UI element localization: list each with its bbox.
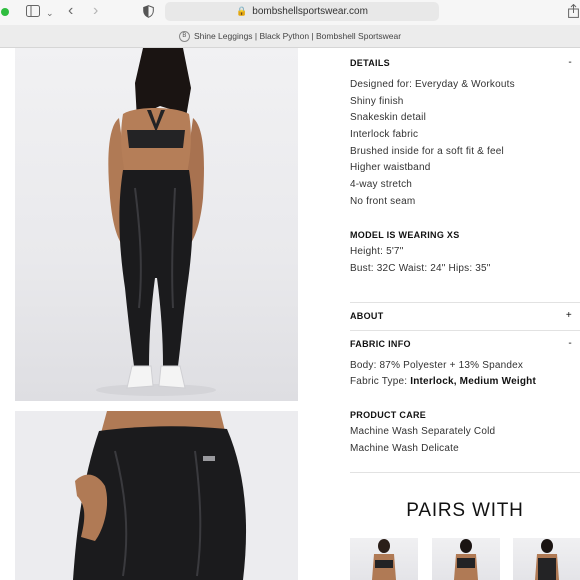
details-item: Higher waistband <box>350 162 431 173</box>
fabric-heading: FABRIC INFO <box>350 339 411 349</box>
model-height: Height: 5'7" <box>350 246 404 257</box>
site-favicon-icon: B <box>178 30 190 42</box>
collapse-icon[interactable]: - <box>568 338 572 349</box>
details-item: Shiny finish <box>350 96 404 107</box>
pairs-with-product-thumbnail[interactable] <box>350 538 418 580</box>
product-image-closeup[interactable] <box>15 411 298 580</box>
browser-toolbar: ⌄ ‹ › 🔒 bombshellsportswear.com <box>0 0 580 25</box>
forward-icon[interactable]: › <box>93 3 98 19</box>
care-item: Machine Wash Separately Cold <box>350 426 496 437</box>
details-item: Snakeskin detail <box>350 112 427 123</box>
fabric-type-value: Interlock, Medium Weight <box>410 376 536 387</box>
back-icon[interactable]: ‹ <box>68 3 73 19</box>
collapse-icon[interactable]: - <box>568 57 572 68</box>
address-bar[interactable]: 🔒 bombshellsportswear.com <box>165 2 439 21</box>
details-item: Brushed inside for a soft fit & feel <box>350 146 504 157</box>
fabric-header[interactable]: FABRIC INFO - <box>350 338 572 349</box>
details-item: No front seam <box>350 196 416 207</box>
care-item: Machine Wash Delicate <box>350 443 459 454</box>
tab-title-text: Shine Leggings | Black Python | Bombshel… <box>193 31 402 41</box>
lock-icon: 🔒 <box>236 6 248 16</box>
share-icon[interactable] <box>568 3 579 20</box>
model-header: MODEL IS WEARING XS <box>350 230 460 240</box>
details-item: Designed for: Everyday & Workouts <box>350 79 515 90</box>
chevron-down-icon[interactable]: ⌄ <box>46 6 54 20</box>
about-heading: ABOUT <box>350 311 384 321</box>
tab-active[interactable]: B Shine Leggings | Black Python | Bombsh… <box>0 25 580 47</box>
privacy-shield-icon[interactable] <box>143 5 154 20</box>
about-header[interactable]: ABOUT + <box>350 310 572 321</box>
pairs-with-heading: PAIRS WITH <box>406 500 524 521</box>
tab-bar: B Shine Leggings | Black Python | Bombsh… <box>0 25 580 48</box>
url-text: bombshellsportswear.com <box>252 6 368 17</box>
pairs-with-product-thumbnail[interactable] <box>432 538 500 580</box>
sidebar-icon[interactable] <box>26 5 40 19</box>
details-item: Interlock fabric <box>350 129 419 140</box>
fabric-type: Fabric Type: Interlock, Medium Weight <box>350 376 536 387</box>
expand-icon[interactable]: + <box>566 310 572 321</box>
details-heading: DETAILS <box>350 58 390 68</box>
divider <box>350 472 580 473</box>
details-item: 4-way stretch <box>350 179 413 190</box>
fabric-type-label: Fabric Type: <box>350 376 408 387</box>
product-image-back[interactable] <box>15 48 298 401</box>
window-zoom-button[interactable] <box>1 8 9 16</box>
model-measurements: Bust: 32C Waist: 24" Hips: 35" <box>350 263 491 274</box>
details-header[interactable]: DETAILS - <box>350 57 572 68</box>
divider <box>350 302 580 303</box>
fabric-body: Body: 87% Polyester + 13% Spandex <box>350 360 524 371</box>
pairs-with-product-thumbnail[interactable] <box>513 538 580 580</box>
divider <box>350 330 580 331</box>
care-header: PRODUCT CARE <box>350 410 427 420</box>
